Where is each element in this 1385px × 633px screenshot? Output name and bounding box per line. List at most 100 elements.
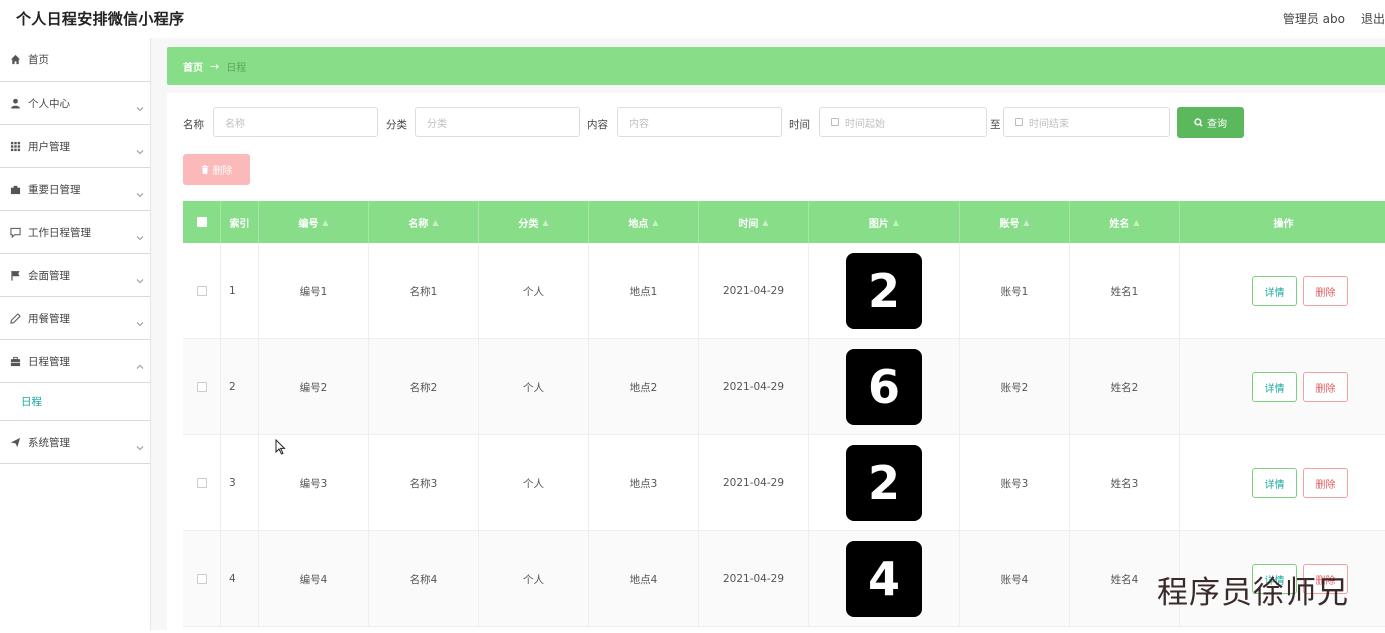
column-header-actions: 操作 bbox=[1273, 218, 1294, 230]
sort-icon: ▲ bbox=[762, 217, 769, 227]
delete-button[interactable]: 删除 bbox=[1303, 372, 1348, 402]
home-icon bbox=[9, 54, 21, 66]
column-header-account[interactable]: 账号 ▲ bbox=[960, 201, 1070, 243]
breadcrumb-home-link[interactable]: 首页 bbox=[183, 59, 203, 74]
logout-link[interactable]: 退出 bbox=[1361, 12, 1385, 26]
cell-category: 个人 bbox=[479, 243, 589, 339]
detail-button[interactable]: 详情 bbox=[1252, 372, 1297, 402]
category-input-placeholder: 分类 bbox=[427, 118, 447, 130]
cell-category: 个人 bbox=[479, 531, 589, 627]
image-thumbnail[interactable]: 2 bbox=[846, 445, 922, 521]
sidebar-item-label: 会面管理 bbox=[28, 269, 70, 282]
cell-account: 账号4 bbox=[960, 531, 1070, 627]
cell-person: 姓名1 bbox=[1070, 243, 1180, 339]
cell-actions: 详情 删除 bbox=[1180, 339, 1385, 435]
sidebar-item-work-schedule[interactable]: 工作日程管理 bbox=[0, 211, 150, 254]
chevron-down-icon bbox=[136, 313, 144, 327]
user-icon bbox=[9, 97, 21, 109]
image-thumbnail[interactable]: 2 bbox=[846, 253, 922, 329]
column-header-time[interactable]: 时间 ▲ bbox=[699, 201, 809, 243]
cell-actions: 详情 删除 bbox=[1180, 243, 1385, 339]
sort-icon: ▲ bbox=[652, 217, 659, 227]
cell-category: 个人 bbox=[479, 435, 589, 531]
category-input[interactable]: 分类 bbox=[415, 107, 580, 137]
briefcase-icon bbox=[9, 183, 21, 195]
cell-account: 账号1 bbox=[960, 243, 1070, 339]
sidebar-item-label: 日程管理 bbox=[28, 355, 70, 368]
breadcrumb: 首页 → 日程 bbox=[167, 47, 1385, 85]
time-start-input[interactable]: 时间起始 bbox=[819, 107, 987, 137]
query-button-label: 查询 bbox=[1207, 119, 1227, 130]
sidebar-item-important-days[interactable]: 重要日管理 bbox=[0, 168, 150, 211]
main-content: 首页 → 日程 名称 名称 分类 分类 内容 内容 时间 时间起始 至 时间结束… bbox=[151, 38, 1385, 633]
image-thumbnail[interactable]: 6 bbox=[846, 349, 922, 425]
row-checkbox[interactable] bbox=[196, 574, 207, 584]
delete-button[interactable]: 删除 bbox=[1303, 468, 1348, 498]
sidebar-item-label: 重要日管理 bbox=[28, 183, 81, 196]
row-checkbox[interactable] bbox=[196, 382, 207, 392]
column-header-index: 索引 bbox=[221, 201, 259, 243]
select-all-checkbox-cell bbox=[183, 201, 221, 243]
cell-code: 编号4 bbox=[259, 531, 369, 627]
time-end-input[interactable]: 时间结束 bbox=[1003, 107, 1170, 137]
sort-icon: ▲ bbox=[322, 217, 329, 227]
query-button[interactable]: 查询 bbox=[1177, 107, 1244, 138]
cell-image: 2 bbox=[809, 243, 960, 339]
calendar-icon bbox=[1015, 118, 1023, 126]
chevron-down-icon bbox=[136, 141, 144, 155]
time-label: 时间 bbox=[789, 119, 810, 131]
chevron-down-icon bbox=[136, 270, 144, 284]
sidebar-subitem-schedule[interactable]: 日程 bbox=[0, 383, 150, 421]
row-checkbox[interactable] bbox=[196, 478, 207, 488]
row-checkbox-cell bbox=[183, 339, 221, 435]
cell-image: 6 bbox=[809, 339, 960, 435]
send-icon bbox=[9, 436, 21, 448]
sidebar-item-user-management[interactable]: 用户管理 bbox=[0, 125, 150, 168]
sidebar: 首页 个人中心 用户管理 重要日管理 工作日程管理 会面管理 用餐管理 日程管理… bbox=[0, 38, 151, 630]
content-panel: 名称 名称 分类 分类 内容 内容 时间 时间起始 至 时间结束 查询 删除 索… bbox=[167, 93, 1385, 633]
cell-account: 账号3 bbox=[960, 435, 1070, 531]
row-checkbox[interactable] bbox=[196, 286, 207, 296]
chevron-down-icon bbox=[136, 98, 144, 112]
sidebar-item-label: 用户管理 bbox=[28, 140, 70, 153]
batch-delete-button[interactable]: 删除 bbox=[183, 154, 250, 185]
cell-code: 编号2 bbox=[259, 339, 369, 435]
detail-button[interactable]: 详情 bbox=[1252, 468, 1297, 498]
search-icon bbox=[1194, 118, 1203, 127]
select-all-checkbox[interactable] bbox=[196, 217, 207, 227]
row-checkbox-cell bbox=[183, 435, 221, 531]
sort-icon: ▲ bbox=[892, 217, 900, 227]
column-header-place[interactable]: 地点 ▲ bbox=[589, 201, 699, 243]
cell-index: 1 bbox=[221, 243, 259, 339]
sidebar-item-meeting[interactable]: 会面管理 bbox=[0, 254, 150, 297]
name-input[interactable]: 名称 bbox=[213, 107, 378, 137]
column-header-name[interactable]: 名称 ▲ bbox=[369, 201, 479, 243]
sidebar-item-personal-center[interactable]: 个人中心 bbox=[0, 82, 150, 125]
pen-icon bbox=[9, 312, 21, 324]
cell-index: 4 bbox=[221, 531, 259, 627]
schedule-table: 索引 编号 ▲ 名称 ▲ 分类 ▲ 地点 ▲ 时间 ▲ 图片 ▲ 账号 ▲ 姓名 ▲ 操作 1 … bbox=[183, 201, 1385, 627]
breadcrumb-current: 日程 bbox=[226, 62, 247, 74]
calendar-icon bbox=[831, 118, 839, 126]
column-header-person[interactable]: 姓名 ▲ bbox=[1070, 201, 1180, 243]
mouse-cursor-icon bbox=[275, 439, 286, 455]
sidebar-item-home[interactable]: 首页 bbox=[0, 38, 150, 82]
sidebar-item-schedule-management[interactable]: 日程管理 bbox=[0, 340, 150, 383]
image-thumbnail[interactable]: 4 bbox=[846, 541, 922, 617]
cell-time: 2021-04-29 bbox=[699, 243, 809, 339]
column-header-category[interactable]: 分类 ▲ bbox=[479, 201, 589, 243]
sidebar-item-system-management[interactable]: 系统管理 bbox=[0, 421, 150, 464]
cell-name: 名称1 bbox=[369, 243, 479, 339]
chevron-down-icon bbox=[136, 184, 144, 198]
column-header-code[interactable]: 编号 ▲ bbox=[259, 201, 369, 243]
sort-icon: ▲ bbox=[432, 217, 439, 227]
delete-button[interactable]: 删除 bbox=[1303, 276, 1348, 306]
cell-time: 2021-04-29 bbox=[699, 339, 809, 435]
detail-button[interactable]: 详情 bbox=[1252, 276, 1297, 306]
column-header-image[interactable]: 图片 ▲ bbox=[809, 201, 960, 243]
content-input[interactable]: 内容 bbox=[617, 107, 782, 137]
app-title: 个人日程安排微信小程序 bbox=[16, 10, 185, 28]
sidebar-item-dining[interactable]: 用餐管理 bbox=[0, 297, 150, 340]
chevron-down-icon bbox=[136, 437, 144, 451]
content-input-placeholder: 内容 bbox=[629, 118, 649, 130]
